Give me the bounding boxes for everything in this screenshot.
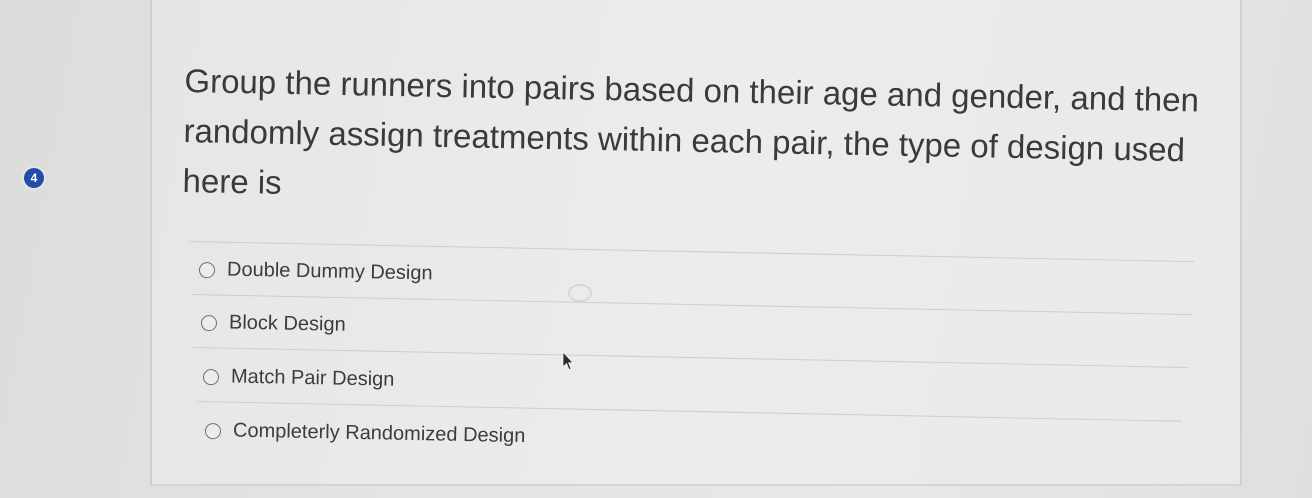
radio-button-icon[interactable] bbox=[204, 422, 222, 439]
option-label: Double Dummy Design bbox=[226, 258, 433, 285]
radio-button-icon[interactable] bbox=[202, 368, 220, 385]
mouse-pointer-icon bbox=[562, 351, 574, 371]
quiz-page: 4 Group the runners into pairs based on … bbox=[0, 0, 1312, 498]
radio-button-icon[interactable] bbox=[198, 261, 216, 278]
option-completely-randomized-design[interactable]: Completerly Randomized Design bbox=[204, 419, 526, 448]
option-label: Match Pair Design bbox=[230, 365, 395, 391]
option-label: Block Design bbox=[228, 311, 346, 336]
option-block-design[interactable]: Block Design bbox=[200, 311, 346, 337]
divider bbox=[196, 401, 1182, 422]
option-match-pair-design[interactable]: Match Pair Design bbox=[202, 365, 395, 392]
faint-circle-mark bbox=[568, 284, 592, 302]
divider bbox=[190, 294, 1192, 316]
radio-button-icon[interactable] bbox=[200, 314, 218, 331]
divider bbox=[188, 241, 1194, 263]
question-number-badge: 4 bbox=[24, 168, 44, 188]
option-double-dummy-design[interactable]: Double Dummy Design bbox=[198, 258, 433, 285]
option-label: Completerly Randomized Design bbox=[232, 419, 526, 448]
divider bbox=[192, 347, 1188, 368]
question-card: Group the runners into pairs based on th… bbox=[150, 0, 1242, 486]
question-text: Group the runners into pairs based on th… bbox=[182, 61, 1200, 201]
